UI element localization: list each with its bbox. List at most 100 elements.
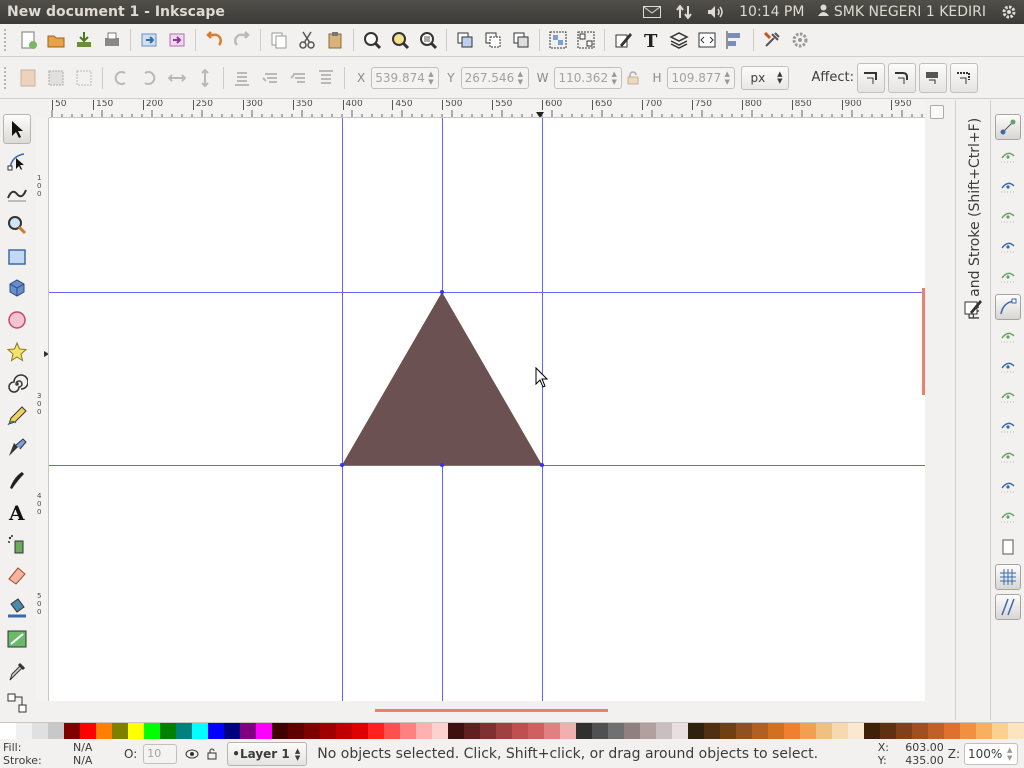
palette-swatch[interactable] bbox=[352, 723, 368, 739]
gear-icon[interactable] bbox=[1000, 5, 1018, 19]
pencil-tool-icon[interactable] bbox=[3, 401, 31, 431]
fill-stroke-icon[interactable] bbox=[609, 26, 637, 54]
new-document-icon[interactable] bbox=[14, 26, 42, 54]
horizontal-scroll-thumb[interactable] bbox=[375, 709, 608, 712]
snap-rotation-center-icon[interactable] bbox=[995, 504, 1021, 530]
vertical-ruler[interactable]: 100 300 400 500 bbox=[36, 118, 49, 701]
palette-swatch[interactable] bbox=[224, 723, 240, 739]
ellipse-tool-icon[interactable] bbox=[3, 305, 31, 335]
palette-swatch[interactable] bbox=[144, 723, 160, 739]
palette-swatch[interactable] bbox=[48, 723, 64, 739]
redo-icon[interactable] bbox=[228, 26, 256, 54]
zoom-drawing-icon[interactable] bbox=[386, 26, 414, 54]
x-input[interactable]: 539.874 ▲ ▼ bbox=[371, 66, 440, 89]
dropper-tool-icon[interactable] bbox=[3, 656, 31, 686]
clock[interactable]: 10:14 PM bbox=[739, 4, 804, 20]
snap-bbox-edge-icon[interactable] bbox=[995, 174, 1021, 200]
palette-swatch[interactable] bbox=[192, 723, 208, 739]
clone-icon[interactable] bbox=[479, 26, 507, 54]
horizontal-scrollbar[interactable] bbox=[49, 701, 925, 719]
vertical-scroll-thumb[interactable] bbox=[922, 288, 925, 395]
zoom-selection-icon[interactable] bbox=[358, 26, 386, 54]
palette-swatch[interactable] bbox=[832, 723, 848, 739]
palette-swatch[interactable] bbox=[752, 723, 768, 739]
cut-icon[interactable] bbox=[293, 26, 321, 54]
palette-swatch[interactable] bbox=[256, 723, 272, 739]
snap-line-midpoint-icon[interactable] bbox=[995, 444, 1021, 470]
palette-swatch[interactable] bbox=[960, 723, 976, 739]
snap-smooth-icon[interactable] bbox=[995, 414, 1021, 440]
palette-swatch[interactable] bbox=[864, 723, 880, 739]
lower-to-bottom-icon[interactable] bbox=[228, 64, 256, 92]
horizontal-ruler[interactable]: 50 150 200 250 300 350 400 450 500 550 600 650 700 75… bbox=[49, 100, 925, 118]
palette-swatch[interactable] bbox=[976, 723, 992, 739]
zoom-tool-icon[interactable] bbox=[3, 210, 31, 240]
xml-editor-icon[interactable] bbox=[693, 26, 721, 54]
zoom-page-icon[interactable] bbox=[414, 26, 442, 54]
affect-rounded-corners-toggle[interactable] bbox=[887, 62, 916, 93]
palette-swatch[interactable] bbox=[400, 723, 416, 739]
fill-stroke-dock-tab[interactable]: Fill and Stroke (Shift+Ctrl+F) bbox=[964, 106, 986, 320]
affect-patterns-toggle[interactable] bbox=[949, 62, 978, 93]
snap-bbox-center-icon[interactable] bbox=[995, 264, 1021, 290]
snap-cusp-icon[interactable] bbox=[995, 384, 1021, 410]
toolbar-grip[interactable] bbox=[4, 29, 10, 51]
snap-enable-icon[interactable] bbox=[995, 114, 1021, 140]
text-font-icon[interactable]: T bbox=[637, 26, 665, 54]
palette-swatch[interactable] bbox=[432, 723, 448, 739]
w-input[interactable]: 110.362 ▲ ▼ bbox=[554, 66, 623, 89]
palette-swatch[interactable] bbox=[640, 723, 656, 739]
h-input[interactable]: 109.877 ▲ ▼ bbox=[667, 66, 736, 89]
preferences-icon[interactable] bbox=[758, 26, 786, 54]
align-distribute-icon[interactable] bbox=[721, 26, 749, 54]
palette-swatch[interactable] bbox=[528, 723, 544, 739]
unit-select[interactable]: px ▲ ▼ bbox=[741, 65, 790, 90]
palette-swatch[interactable] bbox=[768, 723, 784, 739]
palette-swatch[interactable] bbox=[288, 723, 304, 739]
palette-swatch[interactable] bbox=[672, 723, 688, 739]
snap-bbox-midpoint-icon[interactable] bbox=[995, 234, 1021, 260]
palette-swatch[interactable] bbox=[480, 723, 496, 739]
save-icon[interactable] bbox=[70, 26, 98, 54]
palette-swatch[interactable] bbox=[544, 723, 560, 739]
palette-swatch[interactable] bbox=[464, 723, 480, 739]
palette-swatch[interactable] bbox=[368, 723, 384, 739]
palette-swatch[interactable] bbox=[128, 723, 144, 739]
flip-vertical-icon[interactable] bbox=[191, 64, 219, 92]
connector-tool-icon[interactable] bbox=[3, 688, 31, 718]
palette-swatch[interactable] bbox=[704, 723, 720, 739]
sticky-zoom-button[interactable] bbox=[930, 105, 944, 119]
palette-swatch[interactable] bbox=[608, 723, 624, 739]
vertical-scrollbar[interactable] bbox=[922, 118, 935, 701]
triangle-shape[interactable] bbox=[342, 292, 542, 465]
palette-swatch[interactable] bbox=[912, 723, 928, 739]
calligraphy-tool-icon[interactable] bbox=[3, 465, 31, 495]
palette-swatch[interactable] bbox=[944, 723, 960, 739]
layer-lock-icon[interactable] bbox=[207, 748, 217, 760]
toolbar-grip[interactable] bbox=[4, 66, 10, 89]
palette-swatch[interactable] bbox=[992, 723, 1008, 739]
palette-swatch[interactable] bbox=[656, 723, 672, 739]
deselect-icon[interactable] bbox=[70, 64, 98, 92]
lock-ratio-icon[interactable] bbox=[622, 64, 644, 92]
palette-swatch[interactable] bbox=[0, 723, 16, 739]
snap-object-center-icon[interactable] bbox=[995, 474, 1021, 500]
palette-swatch[interactable] bbox=[848, 723, 864, 739]
snap-grid-icon[interactable] bbox=[995, 564, 1021, 590]
rotate-cw-icon[interactable] bbox=[135, 64, 163, 92]
snap-bbox-corner-icon[interactable] bbox=[995, 204, 1021, 230]
y-input[interactable]: 267.546 ▲ ▼ bbox=[460, 66, 529, 89]
node-tool-icon[interactable] bbox=[3, 146, 31, 176]
duplicate-icon[interactable] bbox=[451, 26, 479, 54]
text-tool-icon[interactable]: A bbox=[3, 497, 31, 527]
snap-bbox-icon[interactable] bbox=[995, 144, 1021, 170]
palette-swatch[interactable] bbox=[928, 723, 944, 739]
spray-tool-icon[interactable] bbox=[3, 529, 31, 559]
palette-swatch[interactable] bbox=[384, 723, 400, 739]
pen-tool-icon[interactable] bbox=[3, 433, 31, 463]
palette-swatch[interactable] bbox=[624, 723, 640, 739]
print-icon[interactable] bbox=[98, 26, 126, 54]
zoom-input[interactable]: 100% ▲ ▼ bbox=[964, 743, 1018, 765]
snap-path-icon[interactable] bbox=[995, 324, 1021, 350]
document-properties-icon[interactable] bbox=[786, 26, 814, 54]
